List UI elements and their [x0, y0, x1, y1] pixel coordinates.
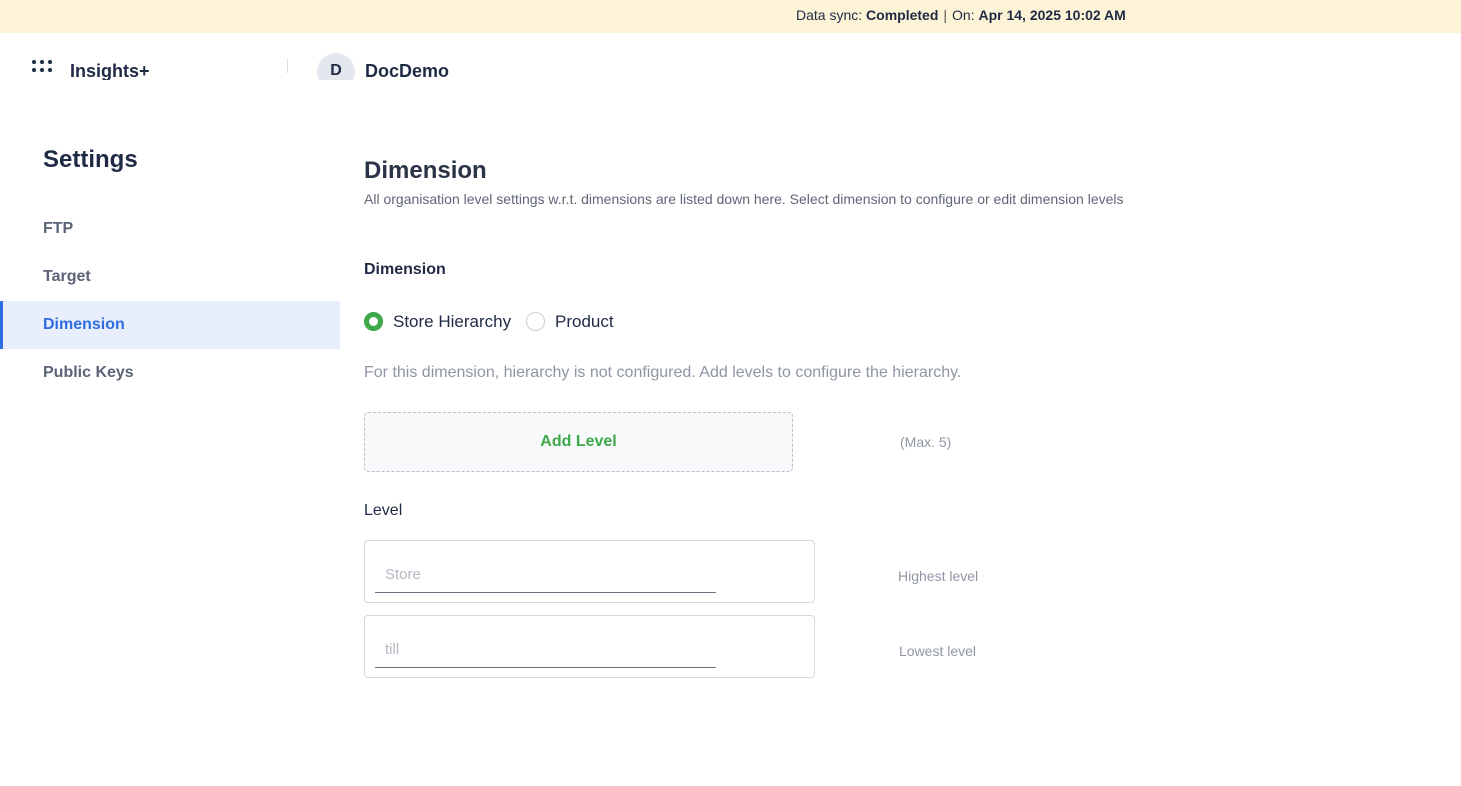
- radio-product-label[interactable]: Product: [555, 312, 614, 332]
- radio-store-hierarchy-label[interactable]: Store Hierarchy: [393, 312, 511, 332]
- lowest-level-note: Lowest level: [899, 643, 977, 659]
- apps-grid-icon[interactable]: [32, 60, 54, 76]
- sync-status-text: Data sync: Completed | On: Apr 14, 2025 10…: [796, 7, 1126, 23]
- radio-checked-icon[interactable]: [364, 312, 383, 331]
- level-label: Level: [364, 502, 403, 519]
- org-name[interactable]: DocDemo: [365, 61, 449, 80]
- page-title: Dimension: [364, 157, 487, 184]
- level-input-store[interactable]: [375, 553, 716, 593]
- sidebar-item-ftp[interactable]: FTP: [0, 205, 340, 253]
- add-level-button[interactable]: Add Level: [364, 412, 793, 472]
- page-description: All organisation level settings w.r.t. d…: [364, 191, 1124, 207]
- level-row-lowest: [364, 615, 815, 678]
- sync-label: Data sync:: [796, 7, 863, 23]
- main-content: Dimension All organisation level setting…: [364, 80, 1461, 786]
- radio-unchecked-icon[interactable]: [526, 312, 545, 331]
- highest-level-note: Highest level: [898, 568, 979, 584]
- sync-timestamp: Apr 14, 2025 10:02 AM: [978, 7, 1126, 23]
- level-input-till[interactable]: [375, 628, 716, 668]
- sync-status-bar: Data sync: Completed | On: Apr 14, 2025 10…: [0, 0, 1461, 33]
- settings-sidebar: Settings FTP Target Dimension Public Key…: [0, 80, 340, 786]
- topbar-divider: [287, 59, 288, 73]
- sidebar-title: Settings: [43, 146, 138, 173]
- sync-on-label: On:: [952, 7, 975, 23]
- level-row-highest: [364, 540, 815, 603]
- max-levels-note: (Max. 5): [900, 434, 952, 450]
- sidebar-item-target[interactable]: Target: [0, 253, 340, 301]
- sync-separator: |: [943, 7, 948, 23]
- sidebar-item-dimension[interactable]: Dimension: [0, 301, 340, 349]
- org-avatar[interactable]: D: [317, 53, 355, 80]
- dimension-section-label: Dimension: [364, 261, 446, 278]
- top-navbar: Insights+ D DocDemo: [0, 33, 1461, 80]
- hierarchy-hint: For this dimension, hierarchy is not con…: [364, 364, 962, 381]
- sync-status: Completed: [866, 7, 939, 23]
- sidebar-item-public-keys[interactable]: Public Keys: [0, 349, 340, 397]
- app-name[interactable]: Insights+: [70, 61, 150, 80]
